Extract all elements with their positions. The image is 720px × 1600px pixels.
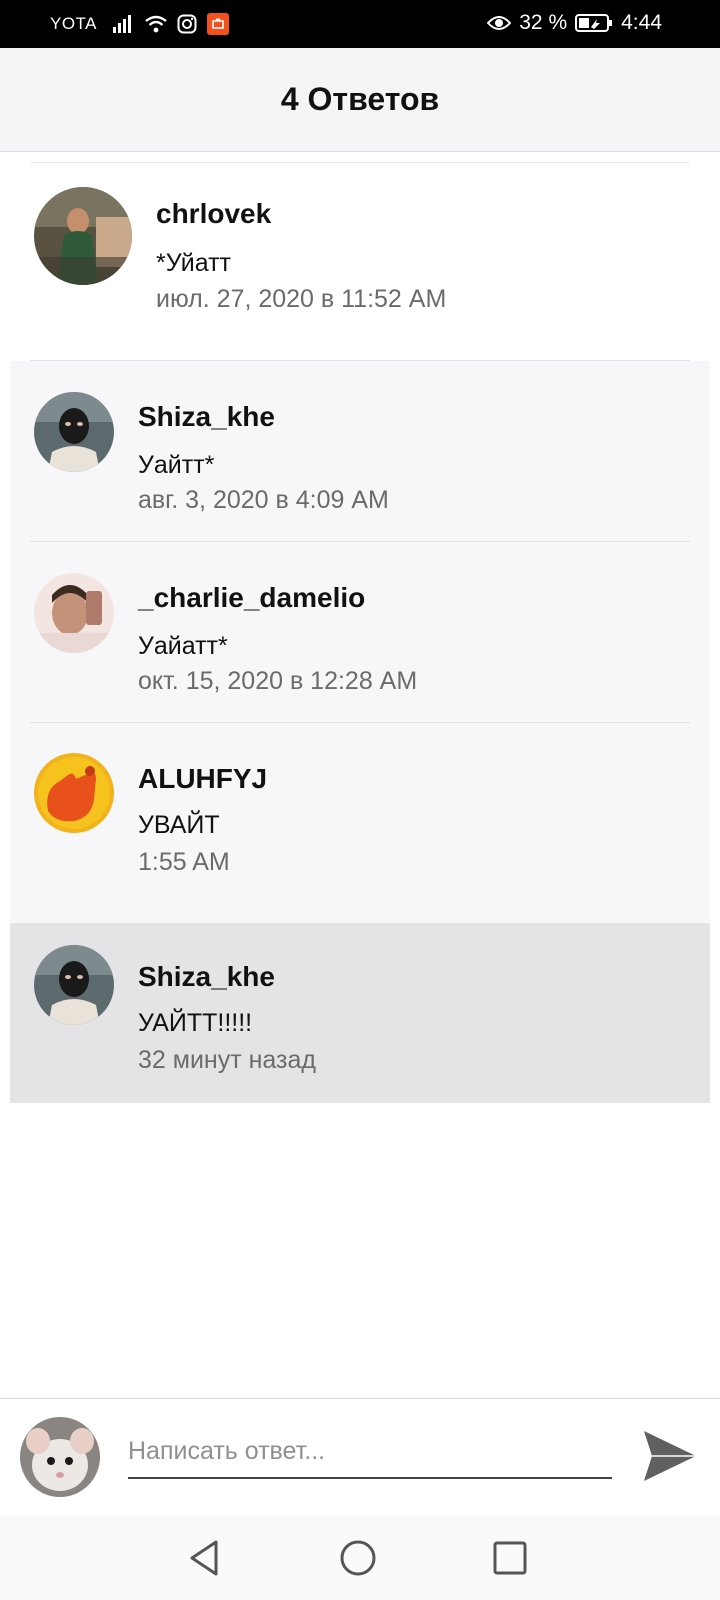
reply-username[interactable]: ALUHFYJ: [138, 763, 267, 795]
recents-icon: [493, 1541, 527, 1575]
reply-input[interactable]: [128, 1425, 612, 1479]
comment-item[interactable]: chrlovek *Уйатт июл. 27, 2020 в 11:52 AM: [0, 163, 720, 361]
eye-icon: [487, 14, 512, 32]
instagram-icon: [177, 14, 197, 34]
comment-timestamp: июл. 27, 2020 в 11:52 AM: [156, 285, 447, 313]
avatar[interactable]: [34, 945, 114, 1025]
reply-item[interactable]: Shiza_khe Уайтт* авг. 3, 2020 в 4:09 AM: [10, 361, 710, 541]
carrier-label: YOTA: [50, 14, 98, 33]
signal-icon: [113, 15, 135, 33]
avatar[interactable]: [34, 753, 114, 833]
send-button[interactable]: [640, 1427, 700, 1485]
reply-text: УАЙТТ!!!!!: [138, 1009, 253, 1037]
reply-username[interactable]: _charlie_damelio: [138, 582, 365, 614]
reply-text: Уайатт*: [138, 632, 228, 660]
wifi-icon: [145, 15, 167, 33]
replies-header: 4 Ответов: [0, 48, 720, 152]
reply-timestamp: 32 минут назад: [138, 1046, 316, 1074]
recents-button[interactable]: [488, 1536, 532, 1580]
reply-text: УВАЙТ: [138, 811, 220, 839]
back-icon: [190, 1540, 218, 1576]
reply-timestamp: 1:55 AM: [138, 848, 230, 876]
clock: 4:44: [621, 11, 662, 34]
battery-percent: 32 %: [519, 11, 568, 34]
reply-text: Уайтт*: [138, 451, 215, 479]
reply-item[interactable]: ALUHFYJ УВАЙТ 1:55 AM: [10, 723, 710, 903]
reply-item-highlighted[interactable]: Shiza_khe УАЙТТ!!!!! 32 минут назад: [10, 923, 710, 1103]
reply-timestamp: авг. 3, 2020 в 4:09 AM: [138, 486, 389, 514]
avatar[interactable]: [34, 187, 132, 285]
home-button[interactable]: [336, 1536, 380, 1580]
send-icon: [644, 1431, 696, 1481]
back-button[interactable]: [184, 1536, 228, 1580]
battery-icon: [575, 13, 613, 33]
reply-username[interactable]: Shiza_khe: [138, 961, 275, 993]
page-title: 4 Ответов: [280, 81, 440, 117]
avatar[interactable]: [34, 573, 114, 653]
status-bar: YOTA 32 % 4:44: [0, 0, 720, 48]
reply-timestamp: окт. 15, 2020 в 12:28 AM: [138, 667, 418, 695]
app-icon: [207, 13, 230, 35]
reply-username[interactable]: Shiza_khe: [138, 401, 275, 433]
comment-text: *Уйатт: [156, 249, 231, 277]
reply-item[interactable]: _charlie_damelio Уайатт* окт. 15, 2020 в…: [10, 542, 710, 722]
system-nav-bar: [0, 1516, 720, 1600]
home-icon: [340, 1540, 376, 1576]
comment-username[interactable]: chrlovek: [156, 198, 271, 230]
current-user-avatar: [20, 1417, 100, 1497]
avatar[interactable]: [34, 392, 114, 472]
reply-composer: [0, 1398, 720, 1517]
